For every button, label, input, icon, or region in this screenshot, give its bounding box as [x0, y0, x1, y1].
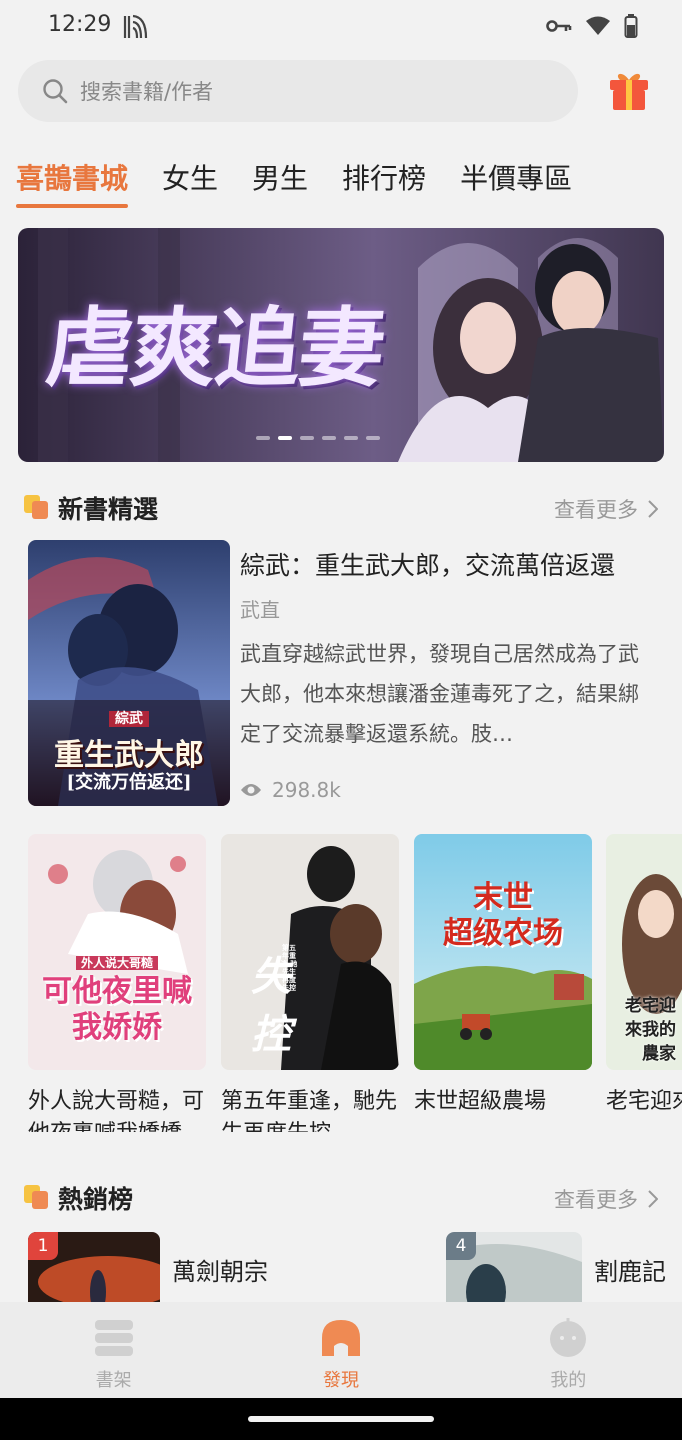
- tab-male[interactable]: 男生: [252, 156, 308, 208]
- category-tabs: 喜鵲書城 女生 男生 排行榜 半價專區: [16, 156, 606, 216]
- vpn-key-icon: [546, 20, 572, 32]
- cover-big-text: 超级农场: [443, 916, 563, 951]
- status-bar: 12:29: [0, 0, 682, 54]
- see-more-label: 查看更多: [554, 1188, 638, 1212]
- section-icon: [24, 1185, 50, 1211]
- nav-label: 書架: [95, 1370, 132, 1391]
- discover-icon: [321, 1320, 360, 1356]
- tab-female[interactable]: 女生: [162, 156, 218, 208]
- chevron-right-icon: [648, 1190, 658, 1208]
- promo-banner[interactable]: 虐爽追妻: [18, 228, 664, 462]
- book-title: 外人說大哥糙，可他夜裏喊我嬌嬌: [28, 1089, 205, 1132]
- nav-bookshelf[interactable]: 書架: [0, 1302, 227, 1398]
- featured-book-description: 武直穿越綜武世界，發現自己居然成為了武大郎，他本來想讓潘金蓮毒死了之，結果綁定了…: [240, 642, 639, 746]
- book-title: 末世超級農場: [414, 1089, 547, 1114]
- status-icons: [546, 14, 638, 38]
- tab-half-price[interactable]: 半價專區: [460, 156, 572, 208]
- book-card[interactable]: 末世 超级农场 末世超級農場: [414, 834, 592, 1132]
- bestseller-item[interactable]: 4 割鹿記: [446, 1232, 682, 1312]
- book-card[interactable]: 失控 第五年重逢 驰先生再度失控 第五年重逢，馳先生再度失控: [221, 834, 399, 1132]
- pagination-dot: [256, 436, 270, 440]
- bottom-navigation: 書架 發現 我的: [0, 1302, 682, 1398]
- book-cover: 末世 超级农场: [414, 834, 592, 1070]
- bookshelf-icon: [94, 1320, 133, 1356]
- pagination-dot: [322, 436, 336, 440]
- book-cover: 外人说大哥糙 可他夜里喊我娇娇: [28, 834, 206, 1070]
- cover-small-text: 外人说大哥糙: [75, 956, 158, 970]
- see-more-link[interactable]: 查看更多: [554, 494, 658, 524]
- profile-icon: [550, 1318, 587, 1357]
- chevron-right-icon: [648, 500, 658, 518]
- banner-title: 虐爽追妻: [41, 298, 389, 399]
- view-count-value: 298.8k: [272, 778, 341, 802]
- bestseller-cover: 1: [28, 1232, 160, 1312]
- rank-badge: 4: [446, 1232, 476, 1260]
- see-more-label: 查看更多: [554, 498, 638, 522]
- section-title: 新書精選: [58, 495, 159, 524]
- home-indicator[interactable]: [248, 1416, 434, 1422]
- pagination-dot-active: [278, 436, 292, 440]
- nav-label: 我的: [550, 1370, 587, 1391]
- book-card[interactable]: 外人说大哥糙 可他夜里喊我娇娇 外人說大哥糙，可他夜裏喊我嬌嬌: [28, 834, 206, 1132]
- section-icon: [24, 495, 50, 521]
- pagination-dot: [366, 436, 380, 440]
- book-cover: 老宅迎來我的農家: [606, 834, 682, 1070]
- search-placeholder: 搜索書籍/作者: [80, 80, 214, 104]
- cover-subtitle: [交流万倍返还]: [66, 772, 192, 793]
- pagination-dot: [344, 436, 358, 440]
- bestseller-cover: 4: [446, 1232, 582, 1312]
- wifi-icon: [586, 16, 610, 35]
- pagination-dot: [300, 436, 314, 440]
- nav-profile[interactable]: 我的: [455, 1302, 682, 1398]
- battery-icon: [624, 14, 638, 38]
- status-time: 12:29: [48, 12, 112, 37]
- eye-icon: [241, 784, 261, 796]
- book-card[interactable]: 老宅迎來我的農家 老宅迎來的農家: [606, 834, 682, 1132]
- app-logo-icon: [123, 14, 148, 39]
- featured-book-title[interactable]: 綜武：重生武大郎，交流萬倍返還: [240, 546, 658, 582]
- book-title: 第五年重逢，馳先生再度失控: [221, 1089, 398, 1132]
- banner-pagination: [256, 436, 380, 440]
- featured-book-cover[interactable]: 綜武 重生武大郎 [交流万倍返还]: [28, 540, 230, 806]
- see-more-link[interactable]: 查看更多: [554, 1184, 658, 1214]
- nav-label: 發現: [322, 1370, 359, 1391]
- view-count: 298.8k: [240, 778, 341, 802]
- book-cover: 失控 第五年重逢 驰先生再度失控: [221, 834, 399, 1070]
- section-header-new-books: 新書精選: [24, 490, 158, 526]
- cover-tag: 綜武: [109, 711, 149, 727]
- section-header-bestsellers: 熱銷榜: [24, 1180, 133, 1216]
- gift-icon[interactable]: [608, 70, 650, 110]
- cover-big-text: 老宅迎來我的農家: [625, 996, 676, 1064]
- rank-badge: 1: [28, 1232, 58, 1260]
- cover-small-text: 第五年重逢 驰先生再度失控: [280, 943, 298, 992]
- tab-store[interactable]: 喜鵲書城: [16, 156, 129, 208]
- gesture-navigation-bar: [0, 1398, 682, 1440]
- bestseller-item[interactable]: 1 萬劍朝宗: [28, 1232, 268, 1312]
- nav-discover[interactable]: 發現: [227, 1302, 454, 1398]
- search-input[interactable]: 搜索書籍/作者: [18, 60, 578, 122]
- tab-ranking[interactable]: 排行榜: [342, 156, 426, 208]
- featured-book-author: 武直: [240, 598, 280, 622]
- book-title: 老宅迎來的農家: [606, 1089, 682, 1114]
- section-title: 熱銷榜: [58, 1185, 134, 1214]
- search-icon: [43, 79, 68, 104]
- cover-big-text: 可他夜里喊我娇娇: [42, 974, 192, 1045]
